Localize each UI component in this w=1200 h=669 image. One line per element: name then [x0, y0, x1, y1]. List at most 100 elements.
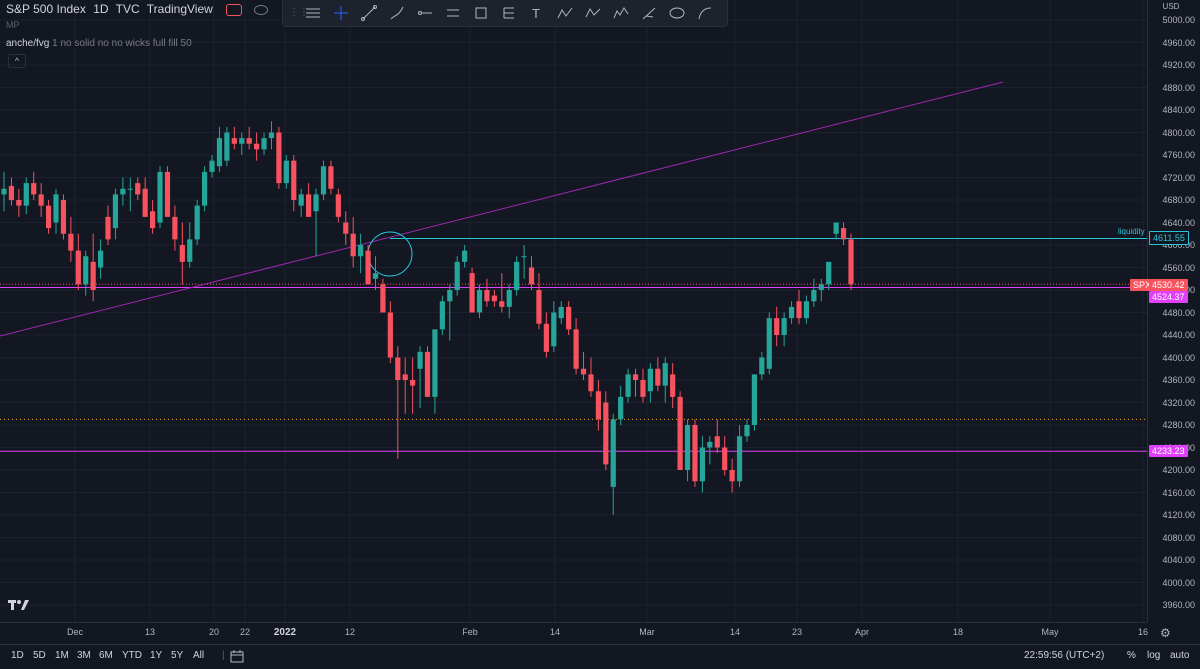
interval-label[interactable]: 1D: [93, 2, 108, 16]
lines-menu-icon[interactable]: [299, 1, 327, 25]
price-tick-label: 4440.00: [1162, 330, 1195, 340]
auto-toggle[interactable]: auto: [1170, 650, 1189, 661]
price-tick-label: 5000.00: [1162, 15, 1195, 25]
candle: [699, 447, 706, 482]
candle: [135, 183, 141, 195]
price-tick-label: 4760.00: [1162, 150, 1195, 160]
time-tick-label: 14: [549, 627, 561, 637]
timeframe-1m[interactable]: 1M: [55, 650, 69, 661]
candle: [127, 188, 133, 190]
pattern-xabcd-icon[interactable]: [579, 1, 607, 25]
timeframe-1y[interactable]: 1Y: [150, 650, 162, 661]
candle: [231, 138, 237, 144]
candle: [514, 261, 520, 290]
candle: [722, 447, 728, 470]
candle: [484, 290, 490, 302]
currency-label[interactable]: USD: [1160, 2, 1182, 11]
timeframe-3m[interactable]: 3M: [77, 650, 91, 661]
timeframe-5d[interactable]: 5D: [33, 650, 46, 661]
liquidity-price-tag: 4611.55: [1149, 231, 1189, 245]
candle: [803, 301, 810, 319]
candle: [380, 284, 386, 313]
candle: [811, 290, 817, 302]
candle: [164, 171, 171, 217]
timeframe-1d[interactable]: 1D: [11, 650, 24, 661]
eye-icon[interactable]: [253, 4, 268, 15]
time-tick-label: 16: [1137, 627, 1149, 637]
crosshair-icon[interactable]: [327, 1, 355, 25]
candle: [291, 160, 297, 200]
candle: [283, 160, 289, 184]
candle: [254, 143, 260, 150]
curve-icon[interactable]: [691, 1, 719, 25]
candle: [625, 374, 631, 397]
candle: [662, 363, 668, 386]
time-scale[interactable]: Dec 13 20 22 2022 12 Feb 14 Mar 14 23 Apr 18 May 16: [0, 622, 1149, 645]
symbol-name[interactable]: S&P 500 Index: [6, 2, 86, 16]
tradingview-logo[interactable]: [8, 598, 29, 614]
candle: [588, 374, 594, 392]
spx-price-tag: 4530.42: [1149, 279, 1188, 291]
time-tick-label: 22: [239, 627, 251, 637]
price-tick-label: 4080.00: [1162, 532, 1195, 543]
trendline-icon[interactable]: [355, 1, 383, 25]
hline-price-tag: 4524.37: [1149, 291, 1188, 303]
chart-canvas[interactable]: [0, 0, 1200, 668]
brush-icon[interactable]: [383, 1, 411, 25]
candle: [714, 436, 720, 448]
parallel-channel-icon[interactable]: [439, 1, 467, 25]
timeframe-ytd[interactable]: YTD: [122, 650, 142, 661]
clock[interactable]: 22:59:56 (UTC+2): [1024, 650, 1104, 661]
candle: [216, 138, 223, 167]
candle: [640, 380, 646, 397]
candle: [402, 374, 408, 380]
candle: [833, 222, 839, 234]
candle: [751, 374, 758, 425]
rectangle-icon[interactable]: [467, 1, 495, 25]
hline-price-tag-low: 4233.23: [1149, 445, 1188, 457]
candle: [729, 470, 735, 482]
candle: [447, 290, 453, 302]
candle: [179, 245, 185, 262]
log-toggle[interactable]: log: [1147, 650, 1160, 661]
candle: [313, 194, 319, 212]
candle: [38, 194, 44, 206]
horizontal-ray-icon[interactable]: [411, 1, 439, 25]
price-tick-label: 4840.00: [1162, 105, 1195, 115]
candle: [1, 188, 7, 195]
candle: [580, 368, 587, 375]
indicator-legend[interactable]: anche/fvg 1 no solid no no wicks full fi…: [6, 38, 192, 49]
text-icon[interactable]: T: [523, 1, 551, 25]
indicator-name[interactable]: anche/fvg: [6, 38, 49, 49]
candle: [306, 194, 312, 217]
timeframe-5y[interactable]: 5Y: [171, 650, 183, 661]
elliott-wave-icon[interactable]: [607, 1, 635, 25]
candle: [707, 441, 713, 448]
price-tick-label: 4560.00: [1162, 262, 1195, 273]
fib-tool-icon[interactable]: [635, 1, 663, 25]
candle: [8, 185, 15, 200]
date-range-icon[interactable]: [230, 650, 244, 668]
timeframe-6m[interactable]: 6M: [99, 650, 113, 661]
candle: [417, 351, 423, 369]
candle: [372, 273, 379, 279]
timeframe-all[interactable]: All: [193, 650, 204, 661]
candle: [224, 132, 230, 161]
time-tick-label: Feb: [462, 627, 478, 637]
drag-handle-icon[interactable]: ⋮⋮: [289, 6, 309, 20]
candle: [670, 374, 676, 397]
collapse-legend-button[interactable]: ^: [8, 54, 26, 68]
price-scale[interactable]: 5000.00 4960.00 4920.00 4880.00 4840.00 4800.…: [1147, 0, 1200, 622]
ellipse-icon[interactable]: [663, 1, 691, 25]
liquidity-label: liquidity: [1118, 227, 1145, 236]
price-tick-label: 3960.00: [1162, 600, 1195, 610]
long-position-icon[interactable]: [495, 1, 523, 25]
candle: [439, 301, 445, 330]
percent-toggle[interactable]: %: [1127, 650, 1136, 661]
pattern-abcd-icon[interactable]: [551, 1, 579, 25]
price-tick-label: 4000.00: [1162, 577, 1195, 588]
candle: [202, 171, 208, 206]
gear-icon[interactable]: ⚙: [1160, 626, 1171, 640]
candle: [298, 194, 304, 206]
price-tick-label: 4880.00: [1162, 82, 1195, 93]
